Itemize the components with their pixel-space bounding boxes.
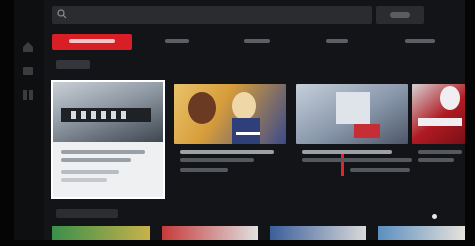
video-thumbnail[interactable] (162, 226, 258, 240)
video-title (180, 150, 274, 154)
tv-bezel-left (0, 0, 14, 246)
tab-label (405, 39, 435, 44)
tab-1[interactable] (52, 34, 132, 50)
account-button[interactable] (376, 6, 424, 24)
tab-4[interactable] (300, 34, 374, 50)
video-thumbnail (53, 82, 163, 142)
video-card[interactable] (174, 84, 286, 144)
tab-label (165, 39, 189, 44)
video-title (302, 150, 392, 154)
tv-screen (14, 0, 465, 240)
video-title-line-2 (418, 158, 454, 162)
video-title (418, 150, 462, 154)
section-title (56, 60, 90, 69)
playback-progress-indicator (341, 152, 344, 176)
side-navigation-rail (14, 0, 44, 240)
video-thumbnail[interactable] (270, 226, 366, 240)
search-icon (57, 9, 67, 19)
tab-3[interactable] (220, 34, 294, 50)
video-thumbnail (418, 86, 462, 126)
tv-bezel-right (465, 0, 475, 246)
video-card-focused[interactable] (51, 80, 165, 199)
category-tabs (52, 34, 465, 50)
tab-label (326, 39, 348, 44)
tab-5[interactable] (380, 34, 460, 50)
video-thumbnail (336, 92, 380, 138)
video-card[interactable] (412, 84, 465, 144)
tv-bezel-bottom (0, 240, 475, 246)
search-bar[interactable] (52, 6, 372, 24)
tab-label (69, 39, 115, 44)
pagination-dot (432, 214, 437, 219)
video-channel (61, 170, 119, 174)
video-channel (180, 168, 228, 172)
section-title-2 (56, 209, 118, 218)
video-views (61, 178, 107, 182)
next-row-thumbnails (52, 226, 465, 240)
video-title (61, 150, 145, 154)
video-title-line-2 (302, 158, 412, 162)
video-thumbnail (188, 92, 260, 144)
subscriptions-icon[interactable] (22, 64, 34, 76)
library-icon[interactable] (22, 88, 34, 100)
tab-label (244, 39, 270, 44)
video-channel (350, 168, 410, 172)
account-icon (390, 12, 410, 18)
video-card[interactable] (296, 84, 408, 144)
video-title-line-2 (61, 158, 131, 162)
video-thumbnail[interactable] (52, 226, 150, 240)
video-title-line-2 (180, 158, 254, 162)
tab-2[interactable] (140, 34, 214, 50)
thumbnail-graphic (61, 108, 151, 122)
video-thumbnail[interactable] (378, 226, 465, 240)
home-icon[interactable] (22, 40, 34, 52)
